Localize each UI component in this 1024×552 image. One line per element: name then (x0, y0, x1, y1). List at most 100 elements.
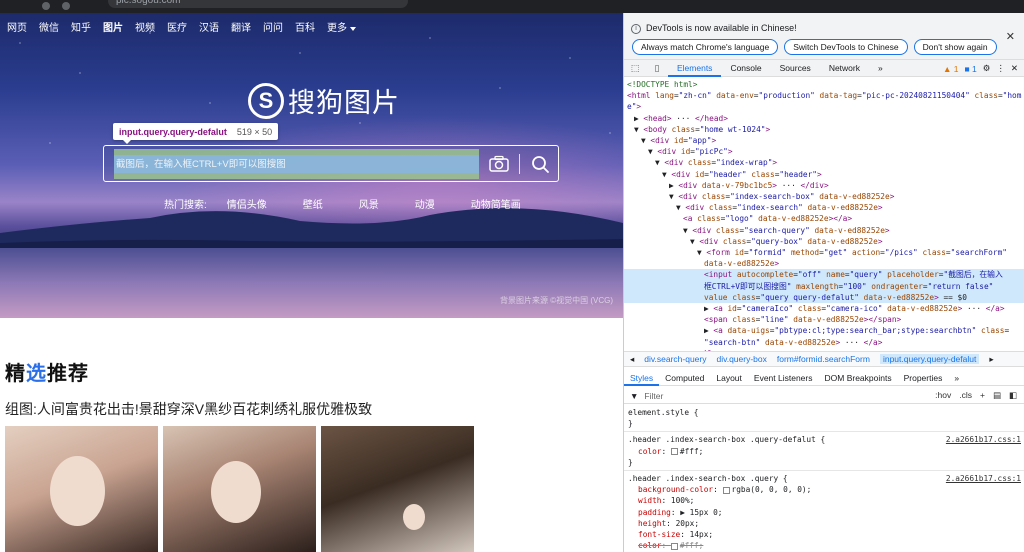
dom-node[interactable]: e"> (624, 101, 1024, 112)
nav-item-baike[interactable]: 百科 (295, 22, 315, 36)
dom-node[interactable]: ▶ <a data-uigs="pbtype:cl;type:search_ba… (624, 325, 1024, 336)
css-source-link[interactable]: 2.a2661b17.css:1 (946, 434, 1021, 445)
dom-node[interactable]: ▼ <div id="header" class="header"> (624, 169, 1024, 180)
back-icon[interactable] (42, 2, 50, 10)
nav-more[interactable]: 更多 (327, 22, 356, 36)
more-subtabs-icon[interactable]: » (948, 370, 965, 386)
more-tabs-icon[interactable]: » (869, 60, 892, 77)
close-icon[interactable]: ✕ (1006, 30, 1015, 43)
hot-item[interactable]: 风景 (359, 196, 379, 211)
breadcrumb-item[interactable]: div.search-query (644, 354, 706, 364)
css-rule[interactable]: element.style {} (624, 405, 1024, 433)
computed-sidebar-icon[interactable]: ▤ (993, 390, 1001, 401)
camera-icon[interactable] (488, 155, 510, 173)
dom-node[interactable]: ▶ <div data-v-79bc1bc5> ··· </div> (624, 180, 1024, 191)
hot-item[interactable]: 壁纸 (303, 196, 323, 211)
dom-node[interactable]: data-v-ed88252e> (624, 258, 1024, 269)
dom-node[interactable]: ▼ <form id="formid" method="get" action=… (624, 247, 1024, 258)
address-bar[interactable]: pic.sogou.com (108, 0, 408, 8)
cls-toggle[interactable]: .cls (959, 390, 972, 401)
styles-filter-input[interactable]: Filter (644, 391, 663, 401)
nav-item-web[interactable]: 网页 (7, 22, 27, 36)
dom-node[interactable]: ▼ <div class="index-search" data-v-ed882… (624, 202, 1024, 213)
css-selector[interactable]: element.style { (628, 407, 1021, 418)
album-thumbnail[interactable] (321, 426, 474, 552)
tab-sources[interactable]: Sources (771, 60, 820, 77)
breadcrumb-right-icon[interactable]: ▸ (989, 354, 993, 365)
tab-network[interactable]: Network (820, 60, 869, 77)
album-title[interactable]: 组图:人间富贵花出击!景甜穿深V黑纱百花刺绣礼服优雅极致 (5, 399, 372, 419)
hov-toggle[interactable]: :hov (935, 390, 951, 401)
css-rule[interactable]: .header .index-search-box .query {2.a266… (624, 471, 1024, 552)
switch-to-chinese-button[interactable]: Switch DevTools to Chinese (784, 39, 908, 55)
hot-item[interactable]: 动物简笔画 (471, 196, 521, 211)
css-property[interactable]: color: #fff; (628, 446, 1021, 457)
css-property[interactable]: font-size: 14px; (628, 529, 1021, 540)
dom-node[interactable]: "search-btn" data-v-ed88252e> ··· </a> (624, 337, 1024, 348)
css-property[interactable]: height: 20px; (628, 518, 1021, 529)
album-thumbnail[interactable] (163, 426, 316, 552)
dom-node[interactable]: ▼ <div class="search-query" data-v-ed882… (624, 225, 1024, 236)
subtab-properties[interactable]: Properties (898, 370, 949, 386)
nav-item-wechat[interactable]: 微信 (39, 22, 59, 36)
dom-node-selected[interactable]: value class="query query-defalut" data-v… (624, 291, 1024, 304)
search-input[interactable] (116, 155, 476, 173)
dom-node-selected[interactable]: 框CTRL+V即可以图搜图" maxlength="100" ondragent… (624, 280, 1024, 292)
breadcrumb-item-current[interactable]: input.query.query-defalut (879, 354, 980, 364)
color-swatch[interactable] (670, 448, 678, 456)
dom-node[interactable]: ▼ <div id="picPc"> (624, 146, 1024, 157)
breadcrumb-left-icon[interactable]: ◂ (630, 354, 634, 365)
css-property[interactable]: width: 100%; (628, 495, 1021, 506)
close-devtools-icon[interactable]: ✕ (1011, 63, 1018, 74)
dom-node[interactable]: ▼ <div id="app"> (624, 135, 1024, 146)
dom-node[interactable]: <span class="line" data-v-ed88252e></spa… (624, 314, 1024, 325)
subtab-layout[interactable]: Layout (710, 370, 748, 386)
sogou-logo[interactable]: S 搜狗图片 (248, 81, 400, 120)
kebab-menu-icon[interactable]: ⋮ (996, 63, 1005, 74)
css-property[interactable]: color: #fff; (628, 540, 1021, 551)
hot-item[interactable]: 情侣头像 (227, 196, 267, 211)
forward-icon[interactable] (62, 2, 70, 10)
dom-node-selected[interactable]: <input autocomplete="off" name="query" p… (624, 269, 1024, 281)
warning-count[interactable]: ▲ 1 (943, 64, 959, 74)
nav-item-zhihu[interactable]: 知乎 (71, 22, 91, 36)
subtab-event-listeners[interactable]: Event Listeners (748, 370, 819, 386)
nav-item-video[interactable]: 视频 (135, 22, 155, 36)
new-rule-icon[interactable]: + (980, 390, 985, 401)
gear-icon[interactable]: ⚙ (983, 63, 991, 74)
nav-item-translate[interactable]: 翻译 (231, 22, 251, 36)
dom-node[interactable]: ▼ <body class="home wt-1024"> (624, 124, 1024, 135)
subtab-dom-breakpoints[interactable]: DOM Breakpoints (819, 370, 898, 386)
css-property[interactable]: background-color: rgba(0, 0, 0, 0); (628, 484, 1021, 495)
breadcrumb-item[interactable]: form#formid.searchForm (777, 354, 870, 364)
dom-node[interactable]: ▼ <div class="index-wrap"> (624, 157, 1024, 168)
color-swatch[interactable] (722, 486, 730, 494)
dom-node[interactable]: <html lang="zh-cn" data-env="production"… (624, 90, 1024, 101)
css-rule[interactable]: .header .index-search-box .query-defalut… (624, 432, 1024, 472)
album-thumbnail[interactable] (5, 426, 158, 552)
css-source-link[interactable]: 2.a2661b17.css:1 (946, 473, 1021, 484)
nav-item-hanyu[interactable]: 汉语 (199, 22, 219, 36)
dom-node[interactable]: ▼ <div class="index-search-box" data-v-e… (624, 191, 1024, 202)
dom-node[interactable]: ▼ <div class="query-box" data-v-ed88252e… (624, 236, 1024, 247)
color-swatch[interactable] (670, 542, 678, 550)
subtab-computed[interactable]: Computed (659, 370, 710, 386)
nav-item-medical[interactable]: 医疗 (167, 22, 187, 36)
hot-item[interactable]: 动漫 (415, 196, 435, 211)
dom-node[interactable]: ▶ <head> ··· </head> (624, 113, 1024, 124)
inspect-element-icon[interactable]: ⬚ (624, 60, 646, 77)
dom-node[interactable]: <a class="logo" data-v-ed88252e></a> (624, 213, 1024, 224)
nav-item-wenwen[interactable]: 问问 (263, 22, 283, 36)
match-language-button[interactable]: Always match Chrome's language (632, 39, 779, 55)
dont-show-again-button[interactable]: Don't show again (913, 39, 997, 55)
tab-elements[interactable]: Elements (668, 60, 722, 77)
dom-node[interactable]: <!DOCTYPE html> (624, 79, 1024, 90)
nav-item-images[interactable]: 图片 (103, 22, 123, 36)
sidebar-toggle-icon[interactable]: ◧ (1009, 390, 1017, 401)
search-icon[interactable] (530, 154, 550, 174)
device-toolbar-icon[interactable]: ▯ (646, 60, 668, 77)
subtab-styles[interactable]: Styles (624, 370, 660, 386)
css-property[interactable]: padding: ▶ 15px 0; (628, 507, 1021, 518)
message-count[interactable]: ■ 1 (965, 64, 977, 74)
dom-node[interactable]: ▶ <a id="cameraIco" class="camera-ico" d… (624, 303, 1024, 314)
